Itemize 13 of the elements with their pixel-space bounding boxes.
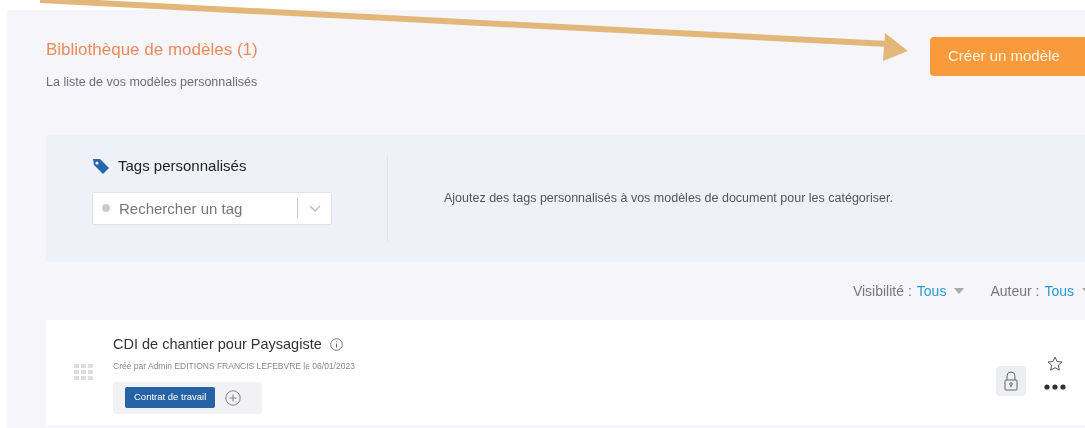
filter-dropdown[interactable]: Tous bbox=[1044, 280, 1085, 302]
tag-chip[interactable]: Contrat de travail bbox=[125, 387, 216, 408]
tag-search-field[interactable]: Rechercher un tag bbox=[92, 191, 332, 225]
page-title: Bibliothèque de modèles (1) bbox=[46, 39, 258, 61]
page-subtitle: La liste de vos modèles personnalisés bbox=[46, 73, 258, 91]
tags-description: Ajoutez des tags personnalisés à vos modèles de document pour les catégoriser. bbox=[444, 190, 893, 208]
filter-label: Auteur : bbox=[990, 281, 1040, 301]
create-template-button[interactable]: Créer un modèle bbox=[930, 37, 1085, 76]
tags-title: Tags personnalisés bbox=[118, 156, 247, 176]
template-title[interactable]: CDI de chantier pour Paysagiste bbox=[113, 334, 322, 356]
filter-label: Visibilité : bbox=[852, 281, 912, 301]
filter-dropdown[interactable]: Tous bbox=[916, 280, 965, 302]
template-meta: Créé par Admin EDITIONS FRANCIS LEFEBVRE le 06/01/2023 bbox=[113, 359, 355, 373]
